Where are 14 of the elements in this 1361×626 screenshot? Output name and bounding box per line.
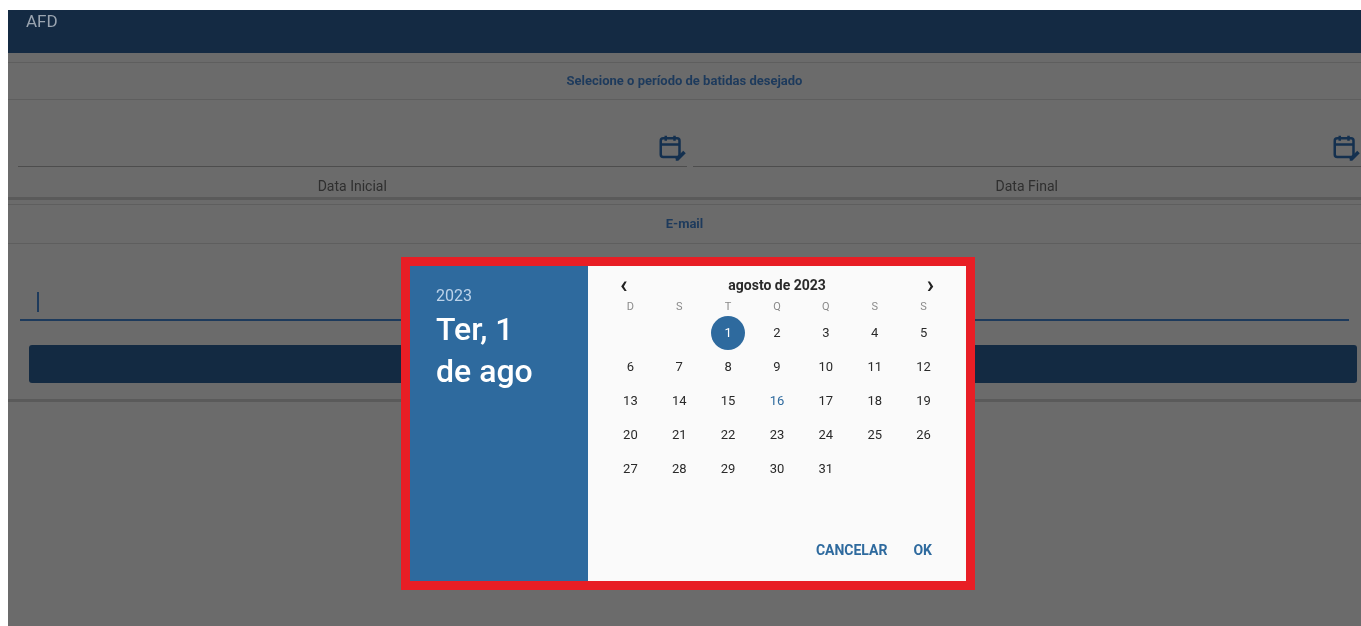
weekday-label: S: [870, 299, 879, 315]
selected-date-label: Ter, 1 de ago: [436, 309, 534, 392]
weekday-label: Q: [772, 299, 782, 315]
app-title: AFD: [26, 11, 58, 31]
field-label: Data Final: [994, 177, 1059, 196]
weekday-label: T: [723, 299, 733, 315]
field-label: Data Inicial: [316, 177, 388, 196]
weekday-label: D: [625, 299, 636, 315]
section-title: E-mail: [665, 215, 704, 234]
section-title: Selecione o período de batidas desejado: [566, 72, 803, 91]
weekday-label: S: [919, 299, 928, 315]
weekday-label: S: [675, 299, 684, 315]
weekday-label: Q: [821, 299, 831, 315]
month-title: agosto de 2023: [728, 275, 826, 295]
